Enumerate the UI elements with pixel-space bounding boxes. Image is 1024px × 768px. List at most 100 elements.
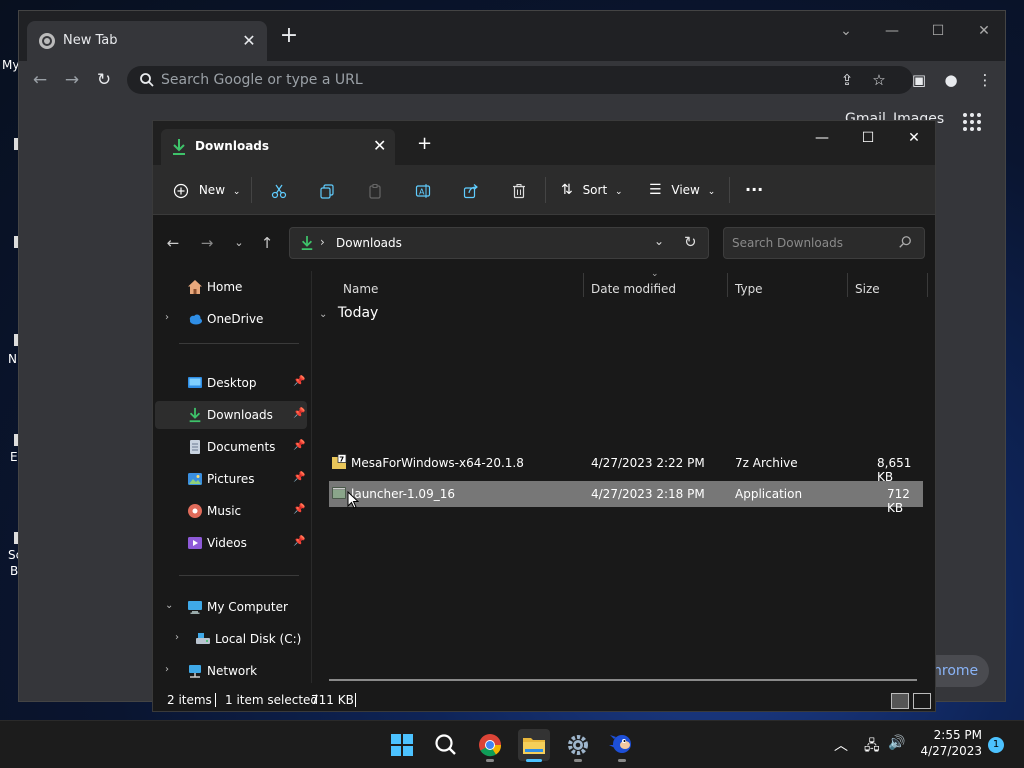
divider [545, 177, 546, 203]
running-indicator [618, 759, 626, 762]
system-clock[interactable]: 2:55 PM 4/27/2023 [918, 727, 982, 759]
new-tab-button[interactable]: + [277, 25, 301, 49]
new-button[interactable]: New ⌄ [173, 178, 240, 202]
notification-badge[interactable]: 1 [988, 737, 1004, 753]
chrome-taskbar-button[interactable] [474, 729, 506, 762]
column-header-size[interactable]: Size [855, 275, 880, 303]
recent-locations-chevron-icon[interactable]: ⌄ [229, 233, 249, 253]
column-divider[interactable] [583, 273, 584, 297]
chrome-logo-icon [479, 734, 502, 757]
minimize-icon[interactable]: — [805, 125, 839, 151]
search-downloads-input[interactable]: Search Downloads [723, 227, 925, 259]
explorer-tab-downloads[interactable]: Downloads ✕ [161, 129, 395, 165]
back-arrow-icon[interactable]: ← [163, 233, 183, 253]
home-icon [188, 280, 202, 294]
delete-button[interactable] [511, 178, 527, 202]
start-button[interactable] [386, 729, 418, 761]
game-taskbar-button[interactable] [606, 729, 638, 762]
file-date: 4/27/2023 2:18 PM [591, 487, 705, 501]
mouse-pointer-icon [347, 491, 359, 509]
nav-item-home[interactable]: Home [155, 273, 307, 301]
search-button[interactable] [430, 729, 462, 761]
view-button[interactable]: ☰ View ⌄ [649, 178, 715, 202]
chevron-right-icon[interactable]: › [320, 235, 325, 249]
pane-splitter[interactable] [311, 271, 312, 683]
omnibox[interactable]: Search Google or type a URL ⇪ ☆ [127, 66, 913, 94]
close-tab-icon[interactable]: ✕ [239, 31, 259, 51]
show-hidden-icons-chevron-icon[interactable]: ︿ [834, 735, 848, 755]
pictures-icon [188, 473, 202, 485]
volume-icon[interactable]: 🔊 [888, 735, 905, 751]
chevron-right-icon[interactable]: › [165, 664, 169, 675]
cut-button[interactable] [271, 178, 287, 202]
svg-text:7: 7 [339, 455, 344, 463]
column-header-type[interactable]: Type [735, 275, 763, 303]
copy-button[interactable] [319, 178, 335, 202]
refresh-icon[interactable]: ↻ [684, 233, 697, 251]
bookmark-star-icon[interactable]: ☆ [869, 70, 889, 90]
chevron-down-icon: ⌄ [707, 187, 716, 197]
forward-arrow-icon[interactable]: → [61, 69, 83, 91]
tab-search-icon[interactable]: ⌄ [831, 17, 861, 45]
table-row-selected[interactable]: launcher-1.09_16 4/27/2023 2:18 PM Appli… [329, 481, 923, 515]
up-arrow-icon[interactable]: ↑ [257, 233, 277, 253]
file-explorer-taskbar-button[interactable] [518, 729, 550, 762]
tiles-view-icon[interactable] [913, 693, 931, 709]
videos-icon [188, 537, 202, 549]
maximize-icon[interactable]: ☐ [851, 125, 885, 151]
share-icon[interactable]: ⇪ [837, 70, 857, 90]
nav-item-documents[interactable]: Documents 📌 [155, 433, 307, 461]
sort-button[interactable]: ⇅ Sort ⌄ [561, 178, 623, 202]
close-window-icon[interactable]: ✕ [969, 17, 999, 45]
chevron-down-icon[interactable]: ⌄ [654, 234, 664, 248]
group-header-today[interactable]: ⌄ Today [319, 305, 378, 327]
nav-item-onedrive[interactable]: › OneDrive [155, 305, 307, 333]
chrome-tab-new-tab[interactable]: New Tab ✕ [27, 21, 267, 61]
address-bar[interactable]: › Downloads ⌄ ↻ [289, 227, 709, 259]
profile-icon[interactable]: ● [941, 70, 961, 90]
more-menu-icon[interactable]: ⋮ [975, 70, 995, 90]
side-panel-icon[interactable]: ▣ [909, 70, 929, 90]
google-apps-icon[interactable] [963, 113, 981, 131]
nav-item-videos[interactable]: Videos 📌 [155, 529, 307, 557]
rename-button[interactable]: A [415, 178, 431, 202]
more-options-icon[interactable]: ··· [745, 178, 763, 202]
close-tab-icon[interactable]: ✕ [373, 136, 386, 155]
reload-icon[interactable]: ↻ [93, 69, 115, 91]
maximize-icon[interactable]: ☐ [923, 17, 953, 45]
chevron-right-icon[interactable]: › [175, 632, 179, 643]
breadcrumb-downloads[interactable]: Downloads [336, 236, 402, 250]
desktop-icon[interactable] [0, 120, 18, 160]
nav-item-label: Local Disk (C:) [215, 632, 302, 646]
share-button[interactable] [463, 178, 479, 202]
network-status-icon[interactable]: 🖧 [864, 735, 880, 759]
downloads-icon [301, 236, 313, 250]
column-divider[interactable] [927, 273, 928, 297]
column-header-date-modified[interactable]: Date modified [591, 275, 676, 303]
details-view-icon[interactable] [891, 693, 909, 709]
nav-item-pictures[interactable]: Pictures 📌 [155, 465, 307, 493]
column-header-name[interactable]: Name [343, 275, 378, 303]
horizontal-scrollbar[interactable] [329, 679, 917, 681]
forward-arrow-icon[interactable]: → [197, 233, 217, 253]
new-tab-button[interactable]: + [417, 133, 432, 154]
plus-circle-icon [173, 183, 189, 198]
desktop-icon-label[interactable]: My [2, 58, 19, 72]
nav-item-local-disk[interactable]: › Local Disk (C:) [155, 625, 307, 653]
nav-item-desktop[interactable]: Desktop 📌 [155, 369, 307, 397]
nav-item-my-computer[interactable]: ⌄ My Computer [155, 593, 307, 621]
desktop-icon[interactable] [0, 218, 18, 258]
column-divider[interactable] [847, 273, 848, 297]
nav-item-downloads[interactable]: Downloads 📌 [155, 401, 307, 429]
nav-item-music[interactable]: Music 📌 [155, 497, 307, 525]
close-window-icon[interactable]: ✕ [897, 125, 931, 151]
table-row[interactable]: 7 MesaForWindows-x64-20.1.8 4/27/2023 2:… [329, 450, 923, 484]
chevron-down-icon[interactable]: ⌄ [165, 600, 173, 611]
paste-button[interactable] [367, 178, 383, 202]
nav-item-network[interactable]: › Network [155, 657, 307, 685]
chevron-right-icon[interactable]: › [165, 312, 169, 323]
settings-taskbar-button[interactable] [562, 729, 594, 762]
back-arrow-icon[interactable]: ← [29, 69, 51, 91]
column-divider[interactable] [727, 273, 728, 297]
minimize-icon[interactable]: — [877, 17, 907, 45]
